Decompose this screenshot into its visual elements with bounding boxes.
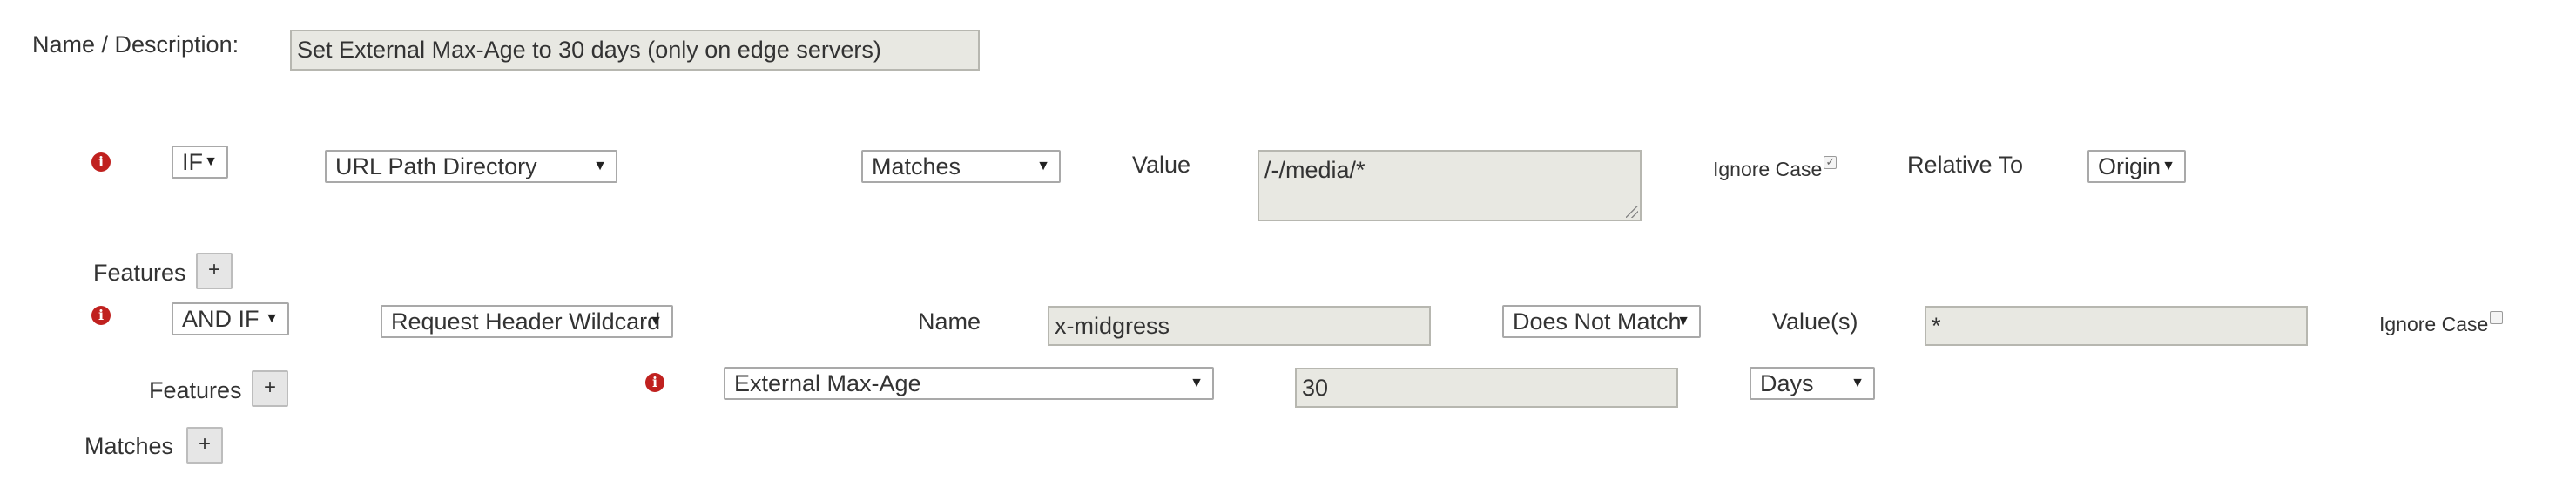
values-label: Value(s) xyxy=(1772,308,1858,335)
ignore-case-and-if: Ignore Case xyxy=(2379,311,2504,336)
values-input[interactable]: * xyxy=(1925,306,2308,346)
max-age-amount-input[interactable]: 30 xyxy=(1295,368,1678,408)
dropdown-arrow-icon: ▼ xyxy=(593,159,607,173)
and-if-operator-value: AND IF xyxy=(182,306,260,332)
value-label: Value xyxy=(1132,152,1191,178)
if-match-type-select[interactable]: URL Path Directory ▼ xyxy=(325,150,617,183)
relative-to-label: Relative To xyxy=(1907,152,2024,178)
and-if-comparison-select[interactable]: Does Not Match ▼ xyxy=(1502,305,1701,338)
and-if-match-type-value: Request Header Wildcard xyxy=(391,308,661,335)
if-comparison-select[interactable]: Matches ▼ xyxy=(861,150,1061,183)
dropdown-arrow-icon: ▼ xyxy=(1676,314,1690,328)
resize-grip-icon[interactable] xyxy=(1626,206,1638,218)
ignore-case-checkbox[interactable] xyxy=(2490,311,2504,324)
dropdown-arrow-icon: ▼ xyxy=(1036,159,1050,173)
relative-to-value: Origin xyxy=(2098,153,2161,179)
and-if-match-type-select[interactable]: Request Header Wildcard ▼ xyxy=(381,305,673,338)
add-match-button[interactable]: + xyxy=(186,427,223,464)
if-operator-select[interactable]: IF ▼ xyxy=(172,146,228,179)
if-operator-value: IF xyxy=(182,149,203,175)
name-description-input[interactable]: Set External Max-Age to 30 days (only on… xyxy=(290,30,980,71)
relative-to-select[interactable]: Origin ▼ xyxy=(2087,150,2186,183)
and-if-comparison-value: Does Not Match xyxy=(1513,308,1682,335)
and-if-operator-select[interactable]: AND IF ▼ xyxy=(172,302,289,335)
features-label: Features xyxy=(149,377,242,403)
if-comparison-value: Matches xyxy=(872,153,961,179)
features-label: Features xyxy=(93,260,186,286)
info-icon[interactable]: i xyxy=(91,306,111,325)
ignore-case-if: Ignore Case ✓ xyxy=(1713,156,1838,181)
ignore-case-checkbox[interactable]: ✓ xyxy=(1824,156,1838,169)
info-icon[interactable]: i xyxy=(91,152,111,172)
value-textarea[interactable]: /-/media/* xyxy=(1258,150,1642,221)
value-textarea-text: /-/media/* xyxy=(1264,157,1366,183)
dropdown-arrow-icon: ▼ xyxy=(265,311,279,326)
add-feature-button[interactable]: + xyxy=(196,253,233,289)
matches-label: Matches xyxy=(84,433,174,459)
dropdown-arrow-icon: ▼ xyxy=(1851,376,1865,390)
ignore-case-label: Ignore Case xyxy=(1713,158,1823,180)
dropdown-arrow-icon: ▼ xyxy=(204,154,218,169)
feature-select[interactable]: External Max-Age ▼ xyxy=(724,367,1214,400)
feature-value: External Max-Age xyxy=(734,370,921,396)
header-name-input[interactable]: x-midgress xyxy=(1048,306,1431,346)
dropdown-arrow-icon: ▼ xyxy=(2161,159,2175,173)
max-age-unit-value: Days xyxy=(1760,370,1814,396)
dropdown-arrow-icon: ▼ xyxy=(649,314,663,328)
header-name-label: Name xyxy=(918,308,981,335)
dropdown-arrow-icon: ▼ xyxy=(1190,376,1204,390)
max-age-unit-select[interactable]: Days ▼ xyxy=(1750,367,1875,400)
if-match-type-value: URL Path Directory xyxy=(335,153,537,179)
ignore-case-label: Ignore Case xyxy=(2379,313,2489,335)
name-description-label: Name / Description: xyxy=(32,31,239,58)
info-icon[interactable]: i xyxy=(645,373,664,392)
add-feature-button[interactable]: + xyxy=(252,370,288,407)
